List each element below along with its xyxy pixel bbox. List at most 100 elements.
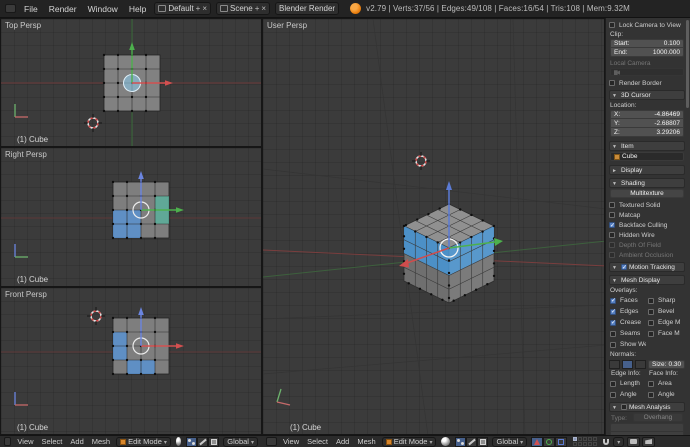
section-shading[interactable]: Shading — [609, 178, 685, 188]
menu-help[interactable]: Help — [124, 4, 151, 14]
add-scene-icon[interactable] — [255, 4, 260, 13]
edge-select-button[interactable] — [466, 436, 478, 447]
normals-size-field[interactable]: Size: 0.30 — [648, 359, 686, 369]
rotate-manipulator-button[interactable] — [543, 436, 556, 447]
checkbox-icon — [609, 222, 615, 229]
menu-mesh[interactable]: Mesh — [353, 437, 379, 446]
editor-type-button[interactable] — [4, 437, 12, 446]
viewport-shading-icon[interactable] — [175, 437, 182, 446]
cursor-x-field[interactable]: X: -4.86469 — [610, 110, 684, 119]
menu-add[interactable]: Add — [66, 437, 87, 446]
vertex-select-button[interactable] — [455, 436, 467, 447]
checkbox-icon[interactable] — [621, 404, 627, 410]
location-label: Location: — [610, 102, 637, 109]
editor-type-button[interactable] — [5, 4, 16, 13]
menu-select[interactable]: Select — [303, 437, 332, 446]
edge-select-button[interactable] — [197, 436, 209, 447]
edge-length-checkbox[interactable]: Length — [610, 379, 646, 388]
menu-file[interactable]: File — [19, 4, 43, 14]
viewport-shading-icon[interactable] — [441, 437, 451, 446]
backface-culling-checkbox[interactable]: Backface Culling — [609, 221, 685, 229]
panel-scrollbar[interactable] — [686, 20, 689, 108]
checkbox-icon — [609, 252, 615, 258]
section-mesh-analysis[interactable]: Mesh Analysis — [609, 402, 685, 412]
close-layout-icon[interactable] — [202, 4, 207, 13]
depth-of-field-checkbox[interactable]: Depth Of Field — [609, 241, 685, 249]
menu-select[interactable]: Select — [38, 437, 67, 446]
overlay-show-weights-checkbox[interactable]: Show Weights — [610, 340, 646, 349]
translate-manipulator-button[interactable] — [531, 436, 544, 447]
overlay-sharp-checkbox[interactable]: Sharp — [648, 296, 684, 305]
cursor-z-field[interactable]: Z: 3.29206 — [610, 128, 684, 137]
overlay-edge-marks-checkbox[interactable]: Edge M — [648, 318, 684, 327]
snap-icon[interactable] — [603, 438, 610, 445]
scene-selector[interactable]: Scene — [216, 2, 271, 15]
overlay-faces-checkbox[interactable]: Faces — [610, 296, 646, 305]
viewport-front[interactable]: Front Persp (1) Cube — [0, 287, 262, 435]
face-select-button[interactable] — [477, 436, 489, 447]
mode-selector[interactable]: Edit Mode — [381, 436, 437, 447]
menu-window[interactable]: Window — [83, 4, 123, 14]
close-scene-icon[interactable] — [261, 4, 266, 13]
face-select-button[interactable] — [208, 436, 220, 447]
screen-layout-selector[interactable]: Default — [154, 2, 212, 15]
disclosure-triangle-icon — [612, 264, 619, 271]
overlay-seams-checkbox[interactable]: Seams — [610, 329, 646, 338]
option-label: Face M — [658, 330, 680, 337]
item-name-field[interactable]: Cube — [610, 152, 684, 161]
analysis-type-dropdown[interactable]: Overhang — [632, 412, 683, 422]
overlay-face-marks-checkbox[interactable]: Face M — [648, 329, 684, 338]
section-mesh-display[interactable]: Mesh Display — [609, 275, 685, 285]
opengl-render-anim-icon[interactable] — [642, 436, 656, 447]
scale-manipulator-button[interactable] — [555, 436, 568, 447]
textured-solid-checkbox[interactable]: Textured Solid — [609, 201, 685, 209]
clip-start-field[interactable]: Start: 0.100 — [610, 39, 684, 48]
add-layout-icon[interactable] — [196, 4, 201, 13]
orientation-selector[interactable]: Global — [223, 436, 258, 447]
section-motion-tracking[interactable]: Motion Tracking — [609, 262, 685, 272]
section-item[interactable]: Item — [609, 141, 685, 151]
shading-mode-dropdown[interactable]: Multitexture — [610, 189, 684, 198]
edge-angle-checkbox[interactable]: Angle — [610, 390, 646, 399]
menu-add[interactable]: Add — [332, 437, 353, 446]
vertex-select-button[interactable] — [186, 436, 198, 447]
vertex-normals-button[interactable] — [609, 359, 620, 369]
loose-edge-normals-button[interactable] — [622, 359, 633, 369]
overlay-crease-checkbox[interactable]: Crease — [610, 318, 646, 327]
menu-render[interactable]: Render — [44, 4, 82, 14]
ambient-occlusion-checkbox[interactable]: Ambient Occlusion — [609, 251, 685, 259]
analysis-min-field[interactable] — [610, 423, 684, 432]
viewport-top-scene — [1, 19, 261, 146]
overlay-edges-checkbox[interactable]: Edges — [610, 307, 646, 316]
viewport-user[interactable]: User Persp (1) Cube — [262, 18, 605, 435]
mode-selector[interactable]: Edit Mode — [116, 436, 171, 447]
local-camera-field[interactable] — [610, 68, 684, 76]
render-border-checkbox[interactable]: Render Border — [609, 79, 685, 87]
editor-type-button[interactable] — [266, 437, 277, 446]
layers-widget[interactable] — [573, 437, 598, 446]
blender-logo-icon — [350, 3, 362, 14]
section-title: Motion Tracking — [629, 263, 675, 271]
overlay-bevel-checkbox[interactable]: Bevel — [648, 307, 684, 316]
lock-camera-checkbox[interactable]: Lock Camera to View — [609, 21, 685, 29]
matcap-checkbox[interactable]: Matcap — [609, 211, 685, 219]
clip-end-field[interactable]: End: 1000.000 — [610, 48, 684, 57]
section-3d-cursor[interactable]: 3D Cursor — [609, 90, 685, 100]
render-engine-selector[interactable]: Blender Render — [275, 2, 340, 15]
menu-view[interactable]: View — [13, 437, 37, 446]
mini-axis-gizmo — [14, 244, 28, 258]
menu-mesh[interactable]: Mesh — [88, 437, 114, 446]
section-display[interactable]: Display — [609, 165, 685, 175]
opengl-render-icon[interactable] — [627, 436, 641, 447]
viewport-top[interactable]: Top Persp (1) Cube — [0, 18, 262, 147]
face-area-checkbox[interactable]: Area — [648, 379, 684, 388]
snap-element-selector[interactable] — [613, 436, 625, 447]
face-angle-checkbox[interactable]: Angle — [648, 390, 684, 399]
hidden-wire-checkbox[interactable]: Hidden Wire — [609, 231, 685, 239]
orientation-selector[interactable]: Global — [492, 436, 528, 447]
menu-view[interactable]: View — [279, 437, 303, 446]
face-normals-button[interactable] — [635, 359, 646, 369]
cursor-y-field[interactable]: Y: -2.68807 — [610, 119, 684, 128]
checkbox-icon[interactable] — [621, 264, 627, 271]
viewport-right[interactable]: Right Persp (1) Cube — [0, 147, 262, 287]
